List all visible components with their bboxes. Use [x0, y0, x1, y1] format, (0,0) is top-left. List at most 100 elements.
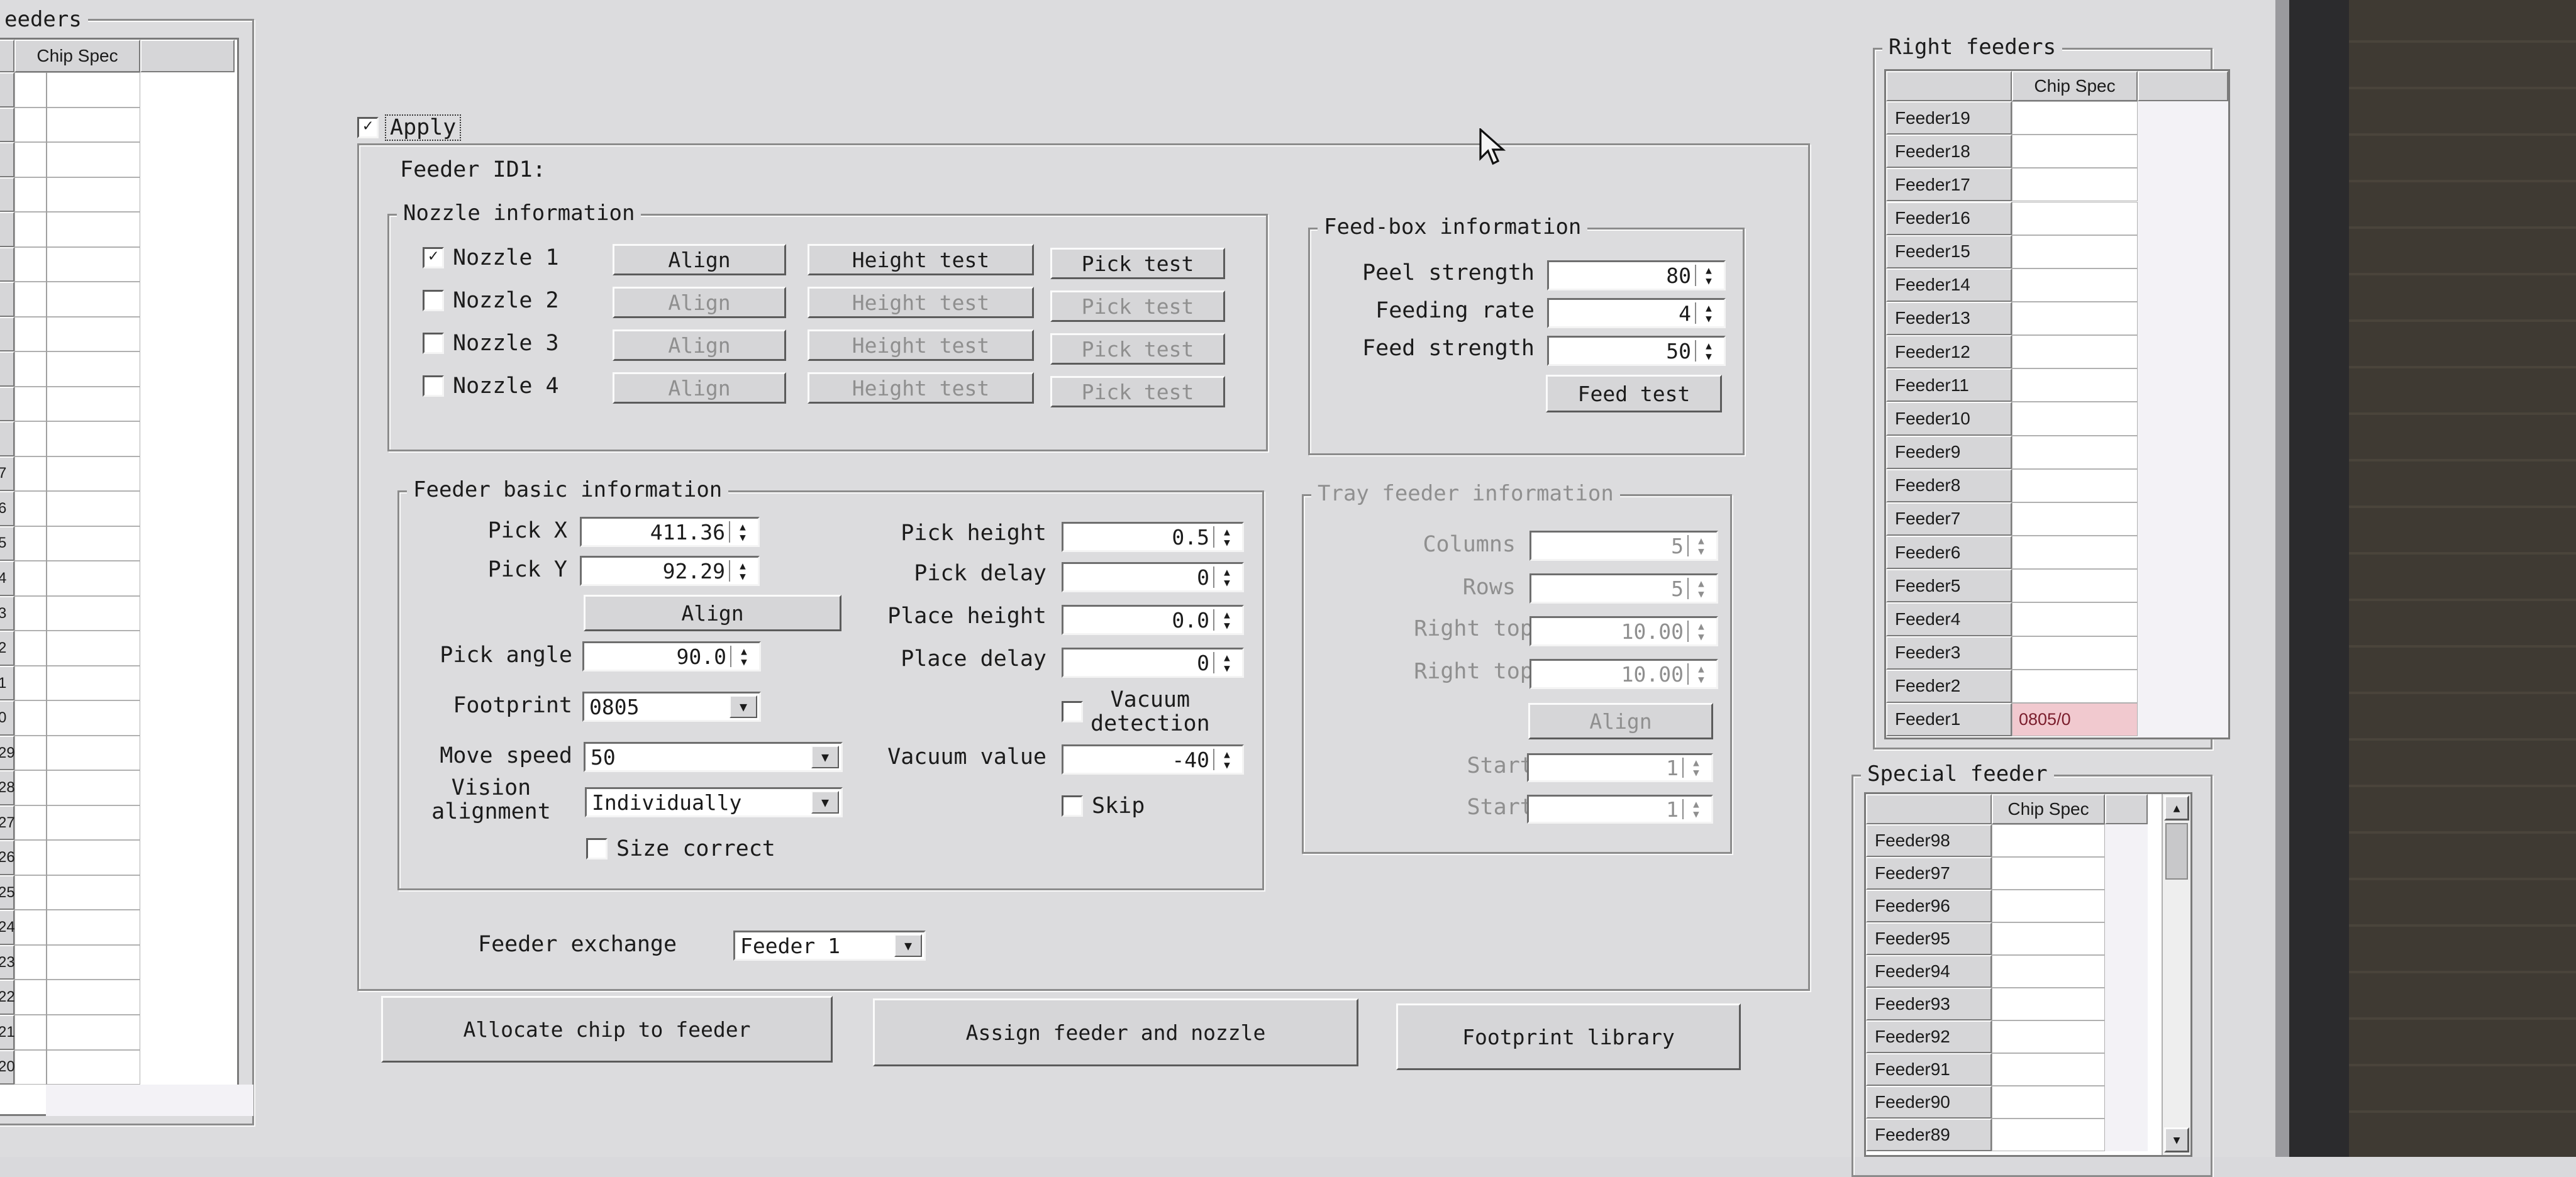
- basic-align-button[interactable]: Align: [584, 595, 841, 631]
- spin-arrows-icon[interactable]: ▲ ▼: [729, 560, 755, 582]
- table-row[interactable]: Feeder14: [1886, 268, 2138, 302]
- table-row[interactable]: Feeder98: [1866, 824, 2105, 857]
- left-feeders-grid[interactable]: Chip Spec 7 6 5 4 3 2 1 0 29 28 27 26 25…: [0, 38, 253, 1116]
- tray-rows-spinbox[interactable]: 5 ▲ ▼: [1530, 573, 1718, 604]
- place-delay-spinbox[interactable]: 0 ▲ ▼: [1062, 648, 1244, 678]
- pick-x-spinbox[interactable]: 411.36 ▲ ▼: [580, 517, 760, 547]
- feeder-row-header[interactable]: Feeder8: [1886, 468, 2012, 502]
- right-top-y-value[interactable]: 10.00: [1621, 661, 1684, 687]
- chip-spec-cell[interactable]: [14, 735, 140, 771]
- chip-spec-cell[interactable]: [2012, 502, 2138, 536]
- tray-align-button[interactable]: Align: [1528, 703, 1713, 739]
- spin-arrows-icon[interactable]: ▲ ▼: [1687, 535, 1714, 556]
- spin-arrows-icon[interactable]: ▲ ▼: [1213, 652, 1240, 673]
- chip-spec-cell[interactable]: [2012, 101, 2138, 135]
- table-row[interactable]: Feeder89: [1866, 1119, 2105, 1151]
- chip-spec-cell[interactable]: [14, 526, 140, 561]
- table-row[interactable]: 6: [0, 491, 237, 526]
- nozzle-3-align-button[interactable]: Align: [613, 329, 786, 361]
- spin-arrows-icon[interactable]: ▲ ▼: [1213, 609, 1240, 631]
- chip-spec-cell[interactable]: [2012, 301, 2138, 336]
- chip-spec-cell[interactable]: [14, 805, 140, 841]
- right-top-x-value[interactable]: 10.00: [1621, 618, 1684, 644]
- feeder-row-header[interactable]: Feeder89: [1866, 1119, 1992, 1151]
- nozzle-1-checkbox[interactable]: ✓: [423, 247, 444, 268]
- feed-strength-value[interactable]: 50: [1666, 338, 1691, 364]
- spin-arrows-icon[interactable]: ▲ ▼: [1682, 799, 1709, 819]
- nozzle-3-pick-test-button[interactable]: Pick test: [1050, 333, 1225, 365]
- table-row[interactable]: Feeder91: [1866, 1053, 2105, 1086]
- feeder-row-header[interactable]: Feeder13: [1886, 301, 2012, 336]
- chip-spec-cell[interactable]: [14, 491, 140, 526]
- nozzle-3-checkbox[interactable]: [423, 333, 444, 354]
- feeder-row-header[interactable]: Feeder18: [1886, 135, 2012, 169]
- chip-spec-cell[interactable]: [14, 107, 140, 142]
- pick-angle-value[interactable]: 90.0: [677, 643, 726, 670]
- table-row[interactable]: 4: [0, 561, 237, 596]
- feeder-row-header[interactable]: Feeder9: [1886, 435, 2012, 469]
- chip-spec-cell[interactable]: [14, 316, 140, 352]
- table-row[interactable]: Feeder5: [1886, 569, 2138, 603]
- table-row[interactable]: 23: [0, 944, 237, 980]
- feed-strength-spinbox[interactable]: 50 ▲ ▼: [1547, 336, 1726, 366]
- chip-spec-cell[interactable]: [2012, 368, 2138, 402]
- chip-spec-cell[interactable]: [1992, 1119, 2105, 1151]
- pick-y-value[interactable]: 92.29: [663, 558, 725, 584]
- table-row[interactable]: Feeder3: [1886, 636, 2138, 670]
- table-row[interactable]: Feeder12: [1886, 335, 2138, 369]
- table-row[interactable]: 24: [0, 910, 237, 945]
- table-row[interactable]: Feeder96: [1866, 890, 2105, 922]
- vacuum-detection-option[interactable]: Vacuum detection: [1062, 688, 1210, 736]
- right-feeders-grid[interactable]: Chip Spec Feeder19 Feeder18 Feeder17 Fee…: [1884, 69, 2230, 739]
- pick-y-spinbox[interactable]: 92.29 ▲ ▼: [580, 556, 760, 586]
- table-row[interactable]: Feeder7: [1886, 502, 2138, 536]
- feeder-row-header[interactable]: Feeder5: [1886, 569, 2012, 603]
- table-row[interactable]: Feeder8: [1886, 468, 2138, 502]
- feeder-row-header[interactable]: Feeder98: [1866, 824, 1992, 857]
- scroll-up-icon[interactable]: ▲: [2164, 795, 2189, 821]
- chip-spec-cell[interactable]: [14, 177, 140, 213]
- chip-spec-cell[interactable]: [1992, 955, 2105, 988]
- table-row[interactable]: Feeder1 0805/0: [1886, 702, 2138, 736]
- spin-arrows-icon[interactable]: ▲ ▼: [1213, 526, 1240, 548]
- size-correct-checkbox[interactable]: [586, 838, 608, 859]
- vacuum-value-value[interactable]: -40: [1172, 746, 1209, 773]
- move-speed-combo[interactable]: 50 ▼: [584, 742, 843, 772]
- nozzle-4-height-test-button[interactable]: Height test: [808, 372, 1034, 404]
- nozzle-2-checkbox[interactable]: [423, 290, 444, 311]
- table-row[interactable]: [0, 246, 237, 282]
- chip-spec-cell[interactable]: [14, 665, 140, 701]
- chip-spec-cell[interactable]: [14, 72, 140, 108]
- feeding-rate-spinbox[interactable]: 4 ▲ ▼: [1547, 298, 1726, 328]
- chip-spec-cell[interactable]: [2012, 602, 2138, 636]
- nozzle-2-pick-test-button[interactable]: Pick test: [1050, 290, 1225, 322]
- table-row[interactable]: Feeder9: [1886, 435, 2138, 469]
- size-correct-option[interactable]: Size correct: [586, 835, 775, 863]
- start-y-spinbox[interactable]: 1 ▲ ▼: [1527, 795, 1713, 824]
- table-row[interactable]: 27: [0, 805, 237, 841]
- chip-spec-cell[interactable]: [14, 246, 140, 282]
- vacuum-value-spinbox[interactable]: -40 ▲ ▼: [1062, 744, 1244, 775]
- chevron-down-icon[interactable]: ▼: [811, 791, 839, 814]
- nozzle-4-option[interactable]: Nozzle 4: [423, 372, 559, 400]
- table-row[interactable]: [0, 351, 237, 387]
- peel-strength-spinbox[interactable]: 80 ▲ ▼: [1547, 260, 1726, 290]
- table-row[interactable]: Feeder11: [1886, 368, 2138, 402]
- chip-spec-cell[interactable]: [2012, 468, 2138, 502]
- table-row[interactable]: Feeder2: [1886, 669, 2138, 703]
- spin-arrows-icon[interactable]: ▲ ▼: [729, 521, 755, 543]
- place-height-spinbox[interactable]: 0.0 ▲ ▼: [1062, 605, 1244, 635]
- feeder-row-header[interactable]: Feeder97: [1866, 857, 1992, 890]
- tray-columns-spinbox[interactable]: 5 ▲ ▼: [1530, 531, 1718, 561]
- chip-spec-cell[interactable]: [14, 212, 140, 247]
- spin-arrows-icon[interactable]: ▲ ▼: [1687, 621, 1714, 642]
- chip-spec-cell[interactable]: [14, 631, 140, 666]
- chip-spec-cell[interactable]: [1992, 824, 2105, 857]
- table-row[interactable]: Feeder13: [1886, 301, 2138, 336]
- chevron-down-icon[interactable]: ▼: [730, 695, 757, 718]
- tray-columns-value[interactable]: 5: [1671, 533, 1684, 559]
- peel-strength-value[interactable]: 80: [1666, 262, 1691, 289]
- feeder-row-header[interactable]: Feeder96: [1866, 890, 1992, 922]
- table-row[interactable]: Feeder97: [1866, 857, 2105, 890]
- table-row[interactable]: 5: [0, 526, 237, 561]
